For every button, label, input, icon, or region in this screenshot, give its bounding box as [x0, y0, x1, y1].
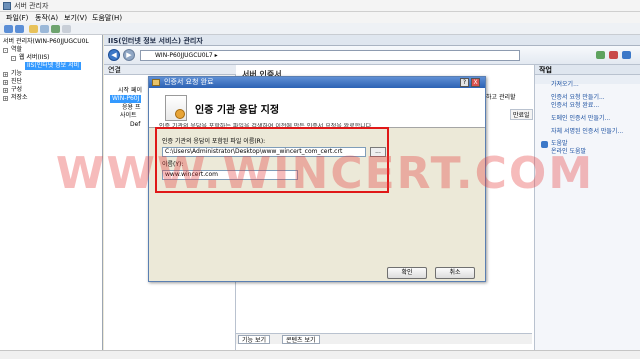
certificate-icon — [165, 95, 187, 121]
conn-item[interactable]: 사이트 — [120, 112, 137, 120]
browse-button[interactable]: ... — [370, 147, 386, 157]
address-path[interactable]: WIN-P60JJUGCU0L7 ▸ — [140, 50, 520, 61]
file-label: 인증 기관의 응답이 포함된 파일 이름(R): — [162, 138, 266, 145]
iis-title: IIS(인터넷 정보 서비스) 관리자 — [108, 37, 203, 45]
console-icon[interactable] — [62, 25, 71, 33]
help-icon[interactable] — [622, 51, 631, 59]
properties-icon[interactable] — [40, 25, 49, 33]
expand-icon[interactable]: + — [3, 80, 8, 85]
tree-root[interactable]: 서버 관리자(WIN-P60JJUGCU0L — [3, 38, 89, 46]
help-icon[interactable] — [51, 25, 60, 33]
dialog-close-button[interactable]: X — [471, 78, 480, 87]
conn-item[interactable]: 응용 프 — [122, 104, 140, 112]
help-icon — [541, 141, 548, 148]
tree-iis-manager[interactable]: IIS(인터넷 정보 서비 — [25, 62, 82, 70]
window-titlebar: 서버 관리자 — [0, 0, 640, 12]
action-import[interactable]: 가져오기... — [551, 81, 579, 89]
main-description: 하고 관리할 — [486, 94, 516, 101]
dialog-heading: 인증 기관 응답 지정 — [195, 105, 280, 116]
dialog-help-button[interactable]: ? — [460, 78, 469, 87]
name-label: 이름(Y): — [162, 161, 184, 168]
response-file-field[interactable]: C:\Users\Administrator\Desktop\www_wince… — [162, 147, 366, 157]
action-domain-cert[interactable]: 도메인 인증서 만들기... — [551, 115, 610, 123]
tab-features-view[interactable]: 기능 보기 — [238, 335, 270, 344]
column-header-expiry[interactable]: 만료일 — [510, 109, 533, 120]
menu-file[interactable]: 파일(F) — [6, 13, 28, 23]
action-create-request[interactable]: 인증서 요청 만들기... — [551, 94, 605, 102]
menu-action[interactable]: 동작(A) — [35, 13, 58, 23]
refresh-icon[interactable] — [596, 51, 605, 59]
tree-features[interactable]: 기능 — [11, 70, 22, 78]
friendly-name-field[interactable]: www.wincert.com — [162, 170, 298, 180]
menu-view[interactable]: 보기(V) — [64, 13, 87, 23]
toolbar — [0, 23, 640, 35]
address-bar: ◀ ▶ WIN-P60JJUGCU0L7 ▸ — [104, 46, 640, 65]
expand-icon[interactable]: + — [3, 96, 8, 101]
dialog-titlebar: 인증서 요청 완료 ? X — [149, 77, 485, 88]
view-tabs: 기능 보기 콘텐츠 보기 — [236, 333, 532, 344]
server-manager-icon — [3, 2, 11, 10]
expand-icon[interactable]: - — [3, 48, 8, 53]
conn-item[interactable]: 시작 페이 — [118, 87, 142, 95]
action-online-help[interactable]: 온라인 도움말 — [551, 148, 586, 156]
actions-header: 작업 — [535, 65, 640, 75]
stop-icon[interactable] — [609, 51, 618, 59]
forward-button[interactable]: ▶ — [123, 49, 135, 61]
folder-icon[interactable] — [29, 25, 38, 33]
tab-content-view[interactable]: 콘텐츠 보기 — [282, 335, 320, 344]
expand-icon[interactable]: + — [3, 72, 8, 77]
connections-header: 연결 — [104, 65, 236, 75]
window-title: 서버 관리자 — [14, 2, 49, 10]
ok-button[interactable]: 확인 — [387, 267, 427, 279]
highlight-box — [155, 127, 389, 193]
action-self-signed[interactable]: 자체 서명된 인증서 만들기... — [551, 128, 623, 136]
back-icon[interactable] — [4, 25, 13, 33]
tree-roles[interactable]: 역할 — [11, 46, 22, 54]
tree-storage[interactable]: 저장소 — [11, 94, 28, 102]
conn-item[interactable]: WIN-P60J — [110, 95, 142, 103]
actions-pane: 작업 가져오기... 인증서 요청 만들기... 인증서 요청 완료... 도메… — [534, 65, 640, 350]
expand-icon[interactable]: - — [11, 56, 16, 61]
tree-web-server[interactable]: 웹 서버(IIS) — [19, 54, 50, 62]
dialog-header: 인증 기관 응답 지정 — [149, 88, 485, 128]
conn-item[interactable]: Def — [130, 121, 140, 129]
tree-diagnostics[interactable]: 진단 — [11, 78, 22, 86]
action-complete-request[interactable]: 인증서 요청 완료... — [551, 102, 599, 110]
complete-cert-request-dialog: 인증서 요청 완료 ? X 인증 기관 응답 지정 인증 기관의 응답을 포함하… — [148, 76, 486, 282]
menu-help[interactable]: 도움말(H) — [92, 13, 122, 23]
back-button[interactable]: ◀ — [108, 49, 120, 61]
expand-icon[interactable]: + — [3, 88, 8, 93]
dialog-title: 인증서 요청 완료 — [164, 78, 214, 86]
status-bar — [0, 350, 640, 359]
certificate-icon — [152, 79, 160, 86]
action-help[interactable]: 도움말 — [551, 140, 568, 148]
iis-title-bar: IIS(인터넷 정보 서비스) 관리자 — [104, 35, 640, 46]
server-manager-tree: 서버 관리자(WIN-P60JJUGCU0L - 역할 - 웹 서버(IIS) … — [0, 35, 103, 350]
forward-icon[interactable] — [15, 25, 24, 33]
tree-configuration[interactable]: 구성 — [11, 86, 22, 94]
menu-bar: 파일(F) 동작(A) 보기(V) 도움말(H) — [0, 12, 640, 23]
cancel-button[interactable]: 취소 — [435, 267, 475, 279]
